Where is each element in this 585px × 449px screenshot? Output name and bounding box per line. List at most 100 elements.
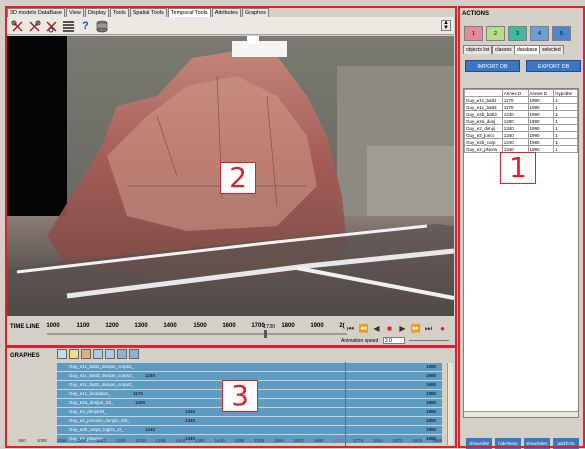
add-to-button[interactable]: addToTo — [553, 438, 579, 449]
cut-tool-icon[interactable] — [11, 20, 24, 33]
graph-row-label: Guy_e2_donjonN_ — [69, 409, 107, 414]
graph-row[interactable]: Guy_e1c_batt3_donjon_corps3_ 1240 1990 — [57, 372, 442, 380]
export-db-button[interactable]: EXPORT DB — [526, 60, 581, 72]
graph-row[interactable]: Guy_e2_jonction_donjon_NS_ 1340 1990 — [57, 417, 442, 425]
table-cell: 1200 — [501, 117, 529, 125]
table-cell: 1170 — [501, 96, 529, 104]
record-icon[interactable]: ● — [437, 323, 448, 334]
timeline-tick: 1100 — [76, 323, 90, 329]
action-button-1[interactable]: 1 — [464, 26, 483, 41]
graph-tool-icon[interactable] — [81, 349, 91, 359]
graph-row[interactable]: Guy_e2_pNorw2_ 1340 1990 — [57, 435, 442, 443]
list-icon[interactable] — [62, 20, 75, 33]
timeline-track[interactable] — [47, 333, 347, 335]
animation-speed-slider[interactable] — [409, 340, 449, 341]
import-db-button[interactable]: IMPORT DB — [465, 60, 520, 72]
column-header[interactable] — [464, 89, 503, 97]
column-header[interactable]: Hypothe — [553, 89, 578, 97]
database-icon[interactable] — [95, 20, 108, 33]
column-header[interactable]: Annee D — [501, 89, 529, 97]
table-row[interactable]: Guy_e2b_batt3 1240 1990 1 — [464, 110, 578, 118]
table-cell: Guy_e2_jonct — [464, 131, 503, 139]
graph-axis-tick: 1776 — [352, 438, 363, 443]
tab-spatial-tools[interactable]: Spatial Tools — [129, 8, 167, 17]
step-back-icon[interactable]: ⏪ — [358, 323, 369, 334]
tab-display[interactable]: Display — [84, 8, 109, 17]
graph-tool-icon[interactable] — [105, 349, 115, 359]
graph-axis-tick: 1632 — [293, 438, 304, 443]
timeline-tick: 1200 — [105, 323, 119, 329]
show-all-button[interactable]: showAllW — [466, 438, 492, 449]
tab-3d-models-database[interactable]: 3D models DataBase — [7, 8, 65, 17]
graph-tool-icon[interactable] — [57, 349, 67, 359]
table-row[interactable]: Guy_e1c_batt3 1170 1990 1 — [464, 103, 578, 111]
first-frame-icon[interactable]: ⏮ — [345, 323, 356, 334]
table-cell: 1990 — [527, 96, 555, 104]
graph-axis-tick: 1536 — [254, 438, 265, 443]
table-cell: 1990 — [527, 103, 555, 111]
graph-tool-icon[interactable] — [69, 349, 79, 359]
cut-tool-icon[interactable] — [45, 20, 58, 33]
graph-tool-icon[interactable] — [129, 349, 139, 359]
tab-graphes[interactable]: Graphes — [241, 8, 270, 17]
table-cell: Guy_e2b_batt3 — [464, 110, 503, 118]
table-cell: 1 — [553, 117, 578, 125]
graphs-scrollbar[interactable] — [447, 363, 453, 445]
graph-row-end: 1990 — [425, 427, 436, 432]
table-cell: 1 — [553, 138, 578, 146]
play-icon[interactable]: ▶ — [397, 323, 408, 334]
graph-row[interactable]: Guy_e2b_corps_logis1_O_ 1240 1990 — [57, 426, 442, 434]
table-row[interactable]: Guy_e2a_donj 1200 1990 1 — [464, 117, 578, 125]
help-icon[interactable]: ? — [79, 20, 92, 33]
graph-row[interactable]: Guy_e1c_batt1_donjon_corps1_ 1990 — [57, 363, 442, 371]
tab-view[interactable]: View — [65, 8, 84, 17]
graph-row-end: 1990 — [425, 400, 436, 405]
scroll-arrows-icon[interactable]: ▲ ▼ — [441, 20, 451, 31]
action-button-4[interactable]: 4 — [530, 26, 549, 41]
cut-tool-icon[interactable] — [28, 20, 41, 33]
timeline-tick: 1400 — [163, 323, 177, 329]
action-button-5[interactable]: 5 — [552, 26, 571, 41]
graph-row-end: 1990 — [425, 364, 436, 369]
annotation-number-3: 3 — [222, 380, 258, 412]
stop-icon[interactable]: ■ — [384, 323, 395, 334]
graph-tool-icon[interactable] — [117, 349, 127, 359]
tab-temporal-tools[interactable]: Temporal Tools — [167, 8, 211, 17]
table-row[interactable]: Guy_e2_donjo 1340 1990 1 — [464, 124, 578, 132]
table-row[interactable]: Guy_e1c_batt1 1170 1990 1 — [464, 96, 578, 104]
tab-selected[interactable]: selected — [539, 45, 564, 54]
tab-tools[interactable]: Tools — [109, 8, 129, 17]
graph-row-end: 1990 — [425, 382, 436, 387]
hide-temp-button[interactable]: hideTemp — [495, 438, 521, 449]
action-button-2[interactable]: 2 — [486, 26, 505, 41]
graph-tool-icon[interactable] — [93, 349, 103, 359]
play-backward-icon[interactable]: ◀ — [371, 323, 382, 334]
graph-row-end: 1990 — [425, 418, 436, 423]
timeline-slider-handle[interactable] — [264, 330, 267, 338]
table-cell: Guy_e1c_batt1 — [464, 96, 503, 104]
tab-classes[interactable]: classes — [492, 45, 515, 54]
table-cell: 1 — [553, 110, 578, 118]
table-cell: 1240 — [501, 138, 529, 146]
step-forward-icon[interactable]: ⏩ — [410, 323, 421, 334]
action-button-3[interactable]: 3 — [508, 26, 527, 41]
animation-speed-input[interactable]: 2.0 — [383, 337, 405, 344]
table-horizontal-scrollbar[interactable] — [464, 411, 578, 417]
graph-bar — [57, 435, 442, 443]
tab-objects-list[interactable]: objects list — [463, 45, 493, 54]
table-cell: 1990 — [527, 124, 555, 132]
tab-database[interactable]: database — [514, 45, 541, 54]
database-table: Annee D Annee D Hypothe Guy_e1c_batt1 117… — [463, 88, 579, 418]
timeline-tick: 1600 — [222, 323, 236, 329]
show-selected-button[interactable]: showSelec — [524, 438, 550, 449]
table-row[interactable]: Guy_e2_jonct 1340 1990 1 — [464, 131, 578, 139]
tab-attributes[interactable]: Attributes — [211, 8, 241, 17]
last-frame-icon[interactable]: ⏭ — [423, 323, 434, 334]
table-row[interactable]: Guy_e2b_corp 1240 1990 1 — [464, 138, 578, 146]
table-cell: 1340 — [501, 131, 529, 139]
column-header[interactable]: Annee D — [527, 89, 555, 97]
table-cell: 1990 — [527, 131, 555, 139]
table-cell: 1 — [553, 131, 578, 139]
graph-toolbar — [57, 349, 139, 359]
graph-axis-tick: 1920 — [412, 438, 423, 443]
